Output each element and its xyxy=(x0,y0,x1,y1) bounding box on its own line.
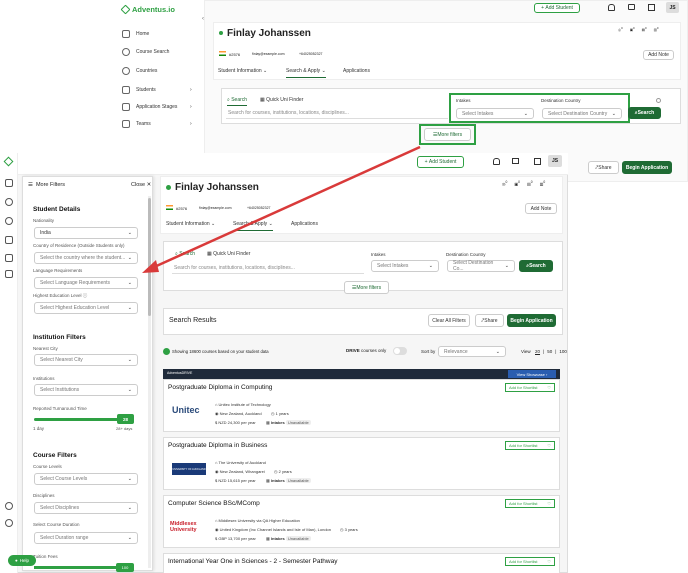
red-arrow-line xyxy=(151,145,421,270)
red-arrow-head xyxy=(142,260,159,273)
red-arrow xyxy=(142,145,421,273)
